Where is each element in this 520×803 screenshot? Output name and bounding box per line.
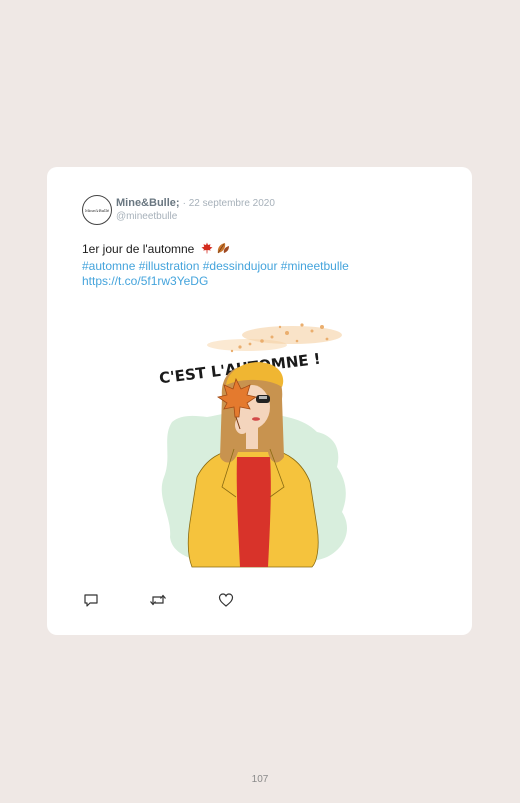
tweet-text: 1er jour de l'automne #automne #illustra… <box>82 242 442 290</box>
avatar-logo-text: Mine&Bullé <box>84 207 110 213</box>
avatar[interactable]: Mine&Bullé <box>82 195 112 225</box>
speckle-splash <box>207 323 342 353</box>
user-line: Mine&Bulle; · 22 septembre 2020 <box>116 197 275 209</box>
hashtags[interactable]: #automne #illustration #dessindujour #mi… <box>82 259 442 275</box>
fallen-leaf-icon <box>216 242 230 259</box>
display-name[interactable]: Mine&Bulle; <box>116 197 180 209</box>
autumn-illustration[interactable]: C'EST L'AUTOMNE ! <box>152 317 352 569</box>
like-icon[interactable] <box>217 591 235 609</box>
tweet-date[interactable]: · 22 septembre 2020 <box>183 198 275 209</box>
retweet-icon[interactable] <box>149 591 167 609</box>
reply-icon[interactable] <box>82 591 100 609</box>
tweet-body: 1er jour de l'automne <box>82 242 195 256</box>
tweet-link[interactable]: https://t.co/5f1rw3YeDG <box>82 274 442 290</box>
user-handle[interactable]: @mineetbulle <box>116 211 177 222</box>
tweet-text-line: 1er jour de l'automne <box>82 242 442 259</box>
page-number: 107 <box>251 774 269 785</box>
tweet-actions <box>82 591 252 609</box>
tweet-card: Mine&Bullé Mine&Bulle; · 22 septembre 20… <box>47 167 472 635</box>
maple-leaf-icon <box>201 242 213 259</box>
